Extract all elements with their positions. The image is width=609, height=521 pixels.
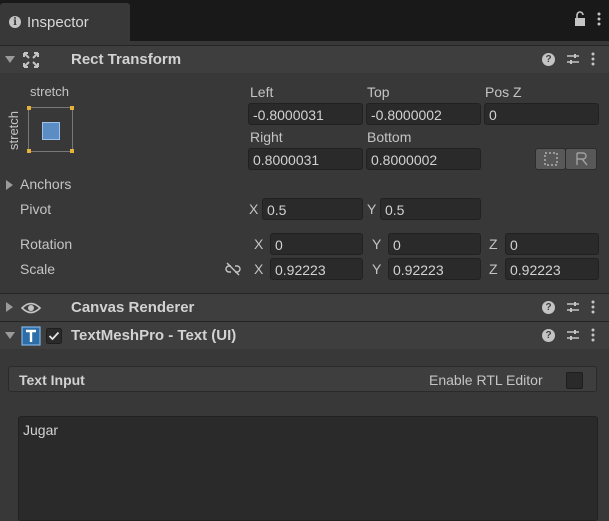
blueprint-mode-button[interactable] bbox=[535, 148, 566, 170]
anchor-corner bbox=[70, 149, 74, 153]
rot-x-axis: X bbox=[254, 236, 264, 252]
info-icon: i bbox=[9, 16, 21, 28]
component-name: Canvas Renderer bbox=[71, 299, 195, 316]
scale-z-axis: Z bbox=[489, 261, 498, 277]
rect-transform-icon bbox=[23, 52, 39, 68]
pivot-y-axis: Y bbox=[367, 201, 377, 217]
lock-icon[interactable] bbox=[574, 11, 588, 27]
posz-field[interactable]: 0 bbox=[484, 103, 599, 125]
anchor-preset-button[interactable] bbox=[27, 106, 74, 153]
scale-x-axis: X bbox=[254, 261, 264, 277]
tab-inspector[interactable]: i Inspector bbox=[0, 3, 130, 41]
textmeshpro-icon bbox=[21, 326, 41, 346]
scale-x-field[interactable]: 0.92223 bbox=[270, 258, 363, 280]
component-menu-icon[interactable] bbox=[591, 52, 595, 66]
left-label: Left bbox=[250, 84, 274, 100]
kebab-menu-icon[interactable] bbox=[596, 11, 602, 27]
preset-icon[interactable] bbox=[567, 53, 579, 65]
anchors-foldout-icon[interactable] bbox=[6, 180, 13, 190]
component-name: TextMeshPro - Text (UI) bbox=[71, 327, 237, 344]
anchors-label[interactable]: Anchors bbox=[20, 176, 71, 192]
constrain-proportions-icon[interactable] bbox=[225, 262, 241, 276]
canvas-renderer-header[interactable]: Canvas Renderer ? bbox=[0, 293, 609, 321]
rect-transform-header[interactable]: Rect Transform ? bbox=[0, 45, 609, 73]
component-menu-icon[interactable] bbox=[591, 328, 595, 342]
tab-bar: i Inspector bbox=[0, 0, 609, 41]
textmeshpro-header[interactable]: TextMeshPro - Text (UI) ? bbox=[0, 321, 609, 349]
foldout-arrow-icon[interactable] bbox=[6, 302, 13, 312]
pivot-x-axis: X bbox=[249, 201, 259, 217]
tab-title: Inspector bbox=[27, 13, 89, 31]
left-field[interactable]: -0.8000031 bbox=[248, 103, 363, 125]
text-input-area[interactable]: Jugar bbox=[18, 416, 598, 521]
rotation-y-field[interactable]: 0 bbox=[388, 233, 481, 255]
bottom-label: Bottom bbox=[367, 129, 412, 145]
rotation-label: Rotation bbox=[20, 236, 73, 252]
foldout-arrow-icon[interactable] bbox=[5, 332, 15, 339]
component-menu-icon[interactable] bbox=[591, 300, 595, 314]
help-icon[interactable]: ? bbox=[542, 300, 555, 314]
enabled-checkbox[interactable] bbox=[46, 328, 62, 344]
top-label: Top bbox=[367, 84, 390, 100]
help-icon[interactable]: ? bbox=[542, 52, 555, 66]
raw-edit-button[interactable] bbox=[565, 148, 597, 170]
foldout-arrow-icon[interactable] bbox=[5, 56, 15, 63]
scale-label: Scale bbox=[20, 261, 56, 277]
preset-icon[interactable] bbox=[567, 301, 579, 313]
pivot-y-field[interactable]: 0.5 bbox=[380, 198, 481, 220]
text-input-value: Jugar bbox=[23, 422, 59, 438]
rtl-editor-label: Enable RTL Editor bbox=[429, 372, 543, 388]
anchor-h-label: stretch bbox=[30, 84, 70, 99]
raw-edit-icon bbox=[576, 152, 588, 166]
rotation-x-field[interactable]: 0 bbox=[270, 233, 363, 255]
help-icon[interactable]: ? bbox=[542, 328, 555, 342]
anchor-corner bbox=[27, 149, 31, 153]
text-input-section: Text Input Enable RTL Editor bbox=[8, 366, 597, 392]
scale-y-axis: Y bbox=[372, 261, 382, 277]
eye-icon bbox=[21, 302, 41, 314]
anchor-v-label: stretch bbox=[6, 110, 21, 150]
right-label: Right bbox=[250, 129, 283, 145]
blueprint-icon bbox=[544, 152, 558, 166]
anchor-corner bbox=[27, 106, 31, 110]
scale-y-field[interactable]: 0.92223 bbox=[388, 258, 481, 280]
rotation-z-field[interactable]: 0 bbox=[505, 233, 599, 255]
component-name: Rect Transform bbox=[71, 51, 182, 68]
top-field[interactable]: -0.8000002 bbox=[366, 103, 481, 125]
rot-y-axis: Y bbox=[372, 236, 382, 252]
pivot-x-field[interactable]: 0.5 bbox=[262, 198, 363, 220]
stretch-icon bbox=[42, 122, 60, 140]
anchor-corner bbox=[70, 106, 74, 110]
preset-icon[interactable] bbox=[567, 329, 579, 341]
scale-z-field[interactable]: 0.92223 bbox=[505, 258, 599, 280]
rtl-editor-checkbox[interactable] bbox=[566, 372, 583, 389]
bottom-field[interactable]: 0.8000002 bbox=[366, 148, 481, 170]
text-input-label: Text Input bbox=[19, 372, 85, 388]
rot-z-axis: Z bbox=[489, 236, 498, 252]
right-field[interactable]: 0.8000031 bbox=[248, 148, 363, 170]
pivot-label: Pivot bbox=[20, 201, 52, 217]
posz-label: Pos Z bbox=[485, 84, 522, 100]
